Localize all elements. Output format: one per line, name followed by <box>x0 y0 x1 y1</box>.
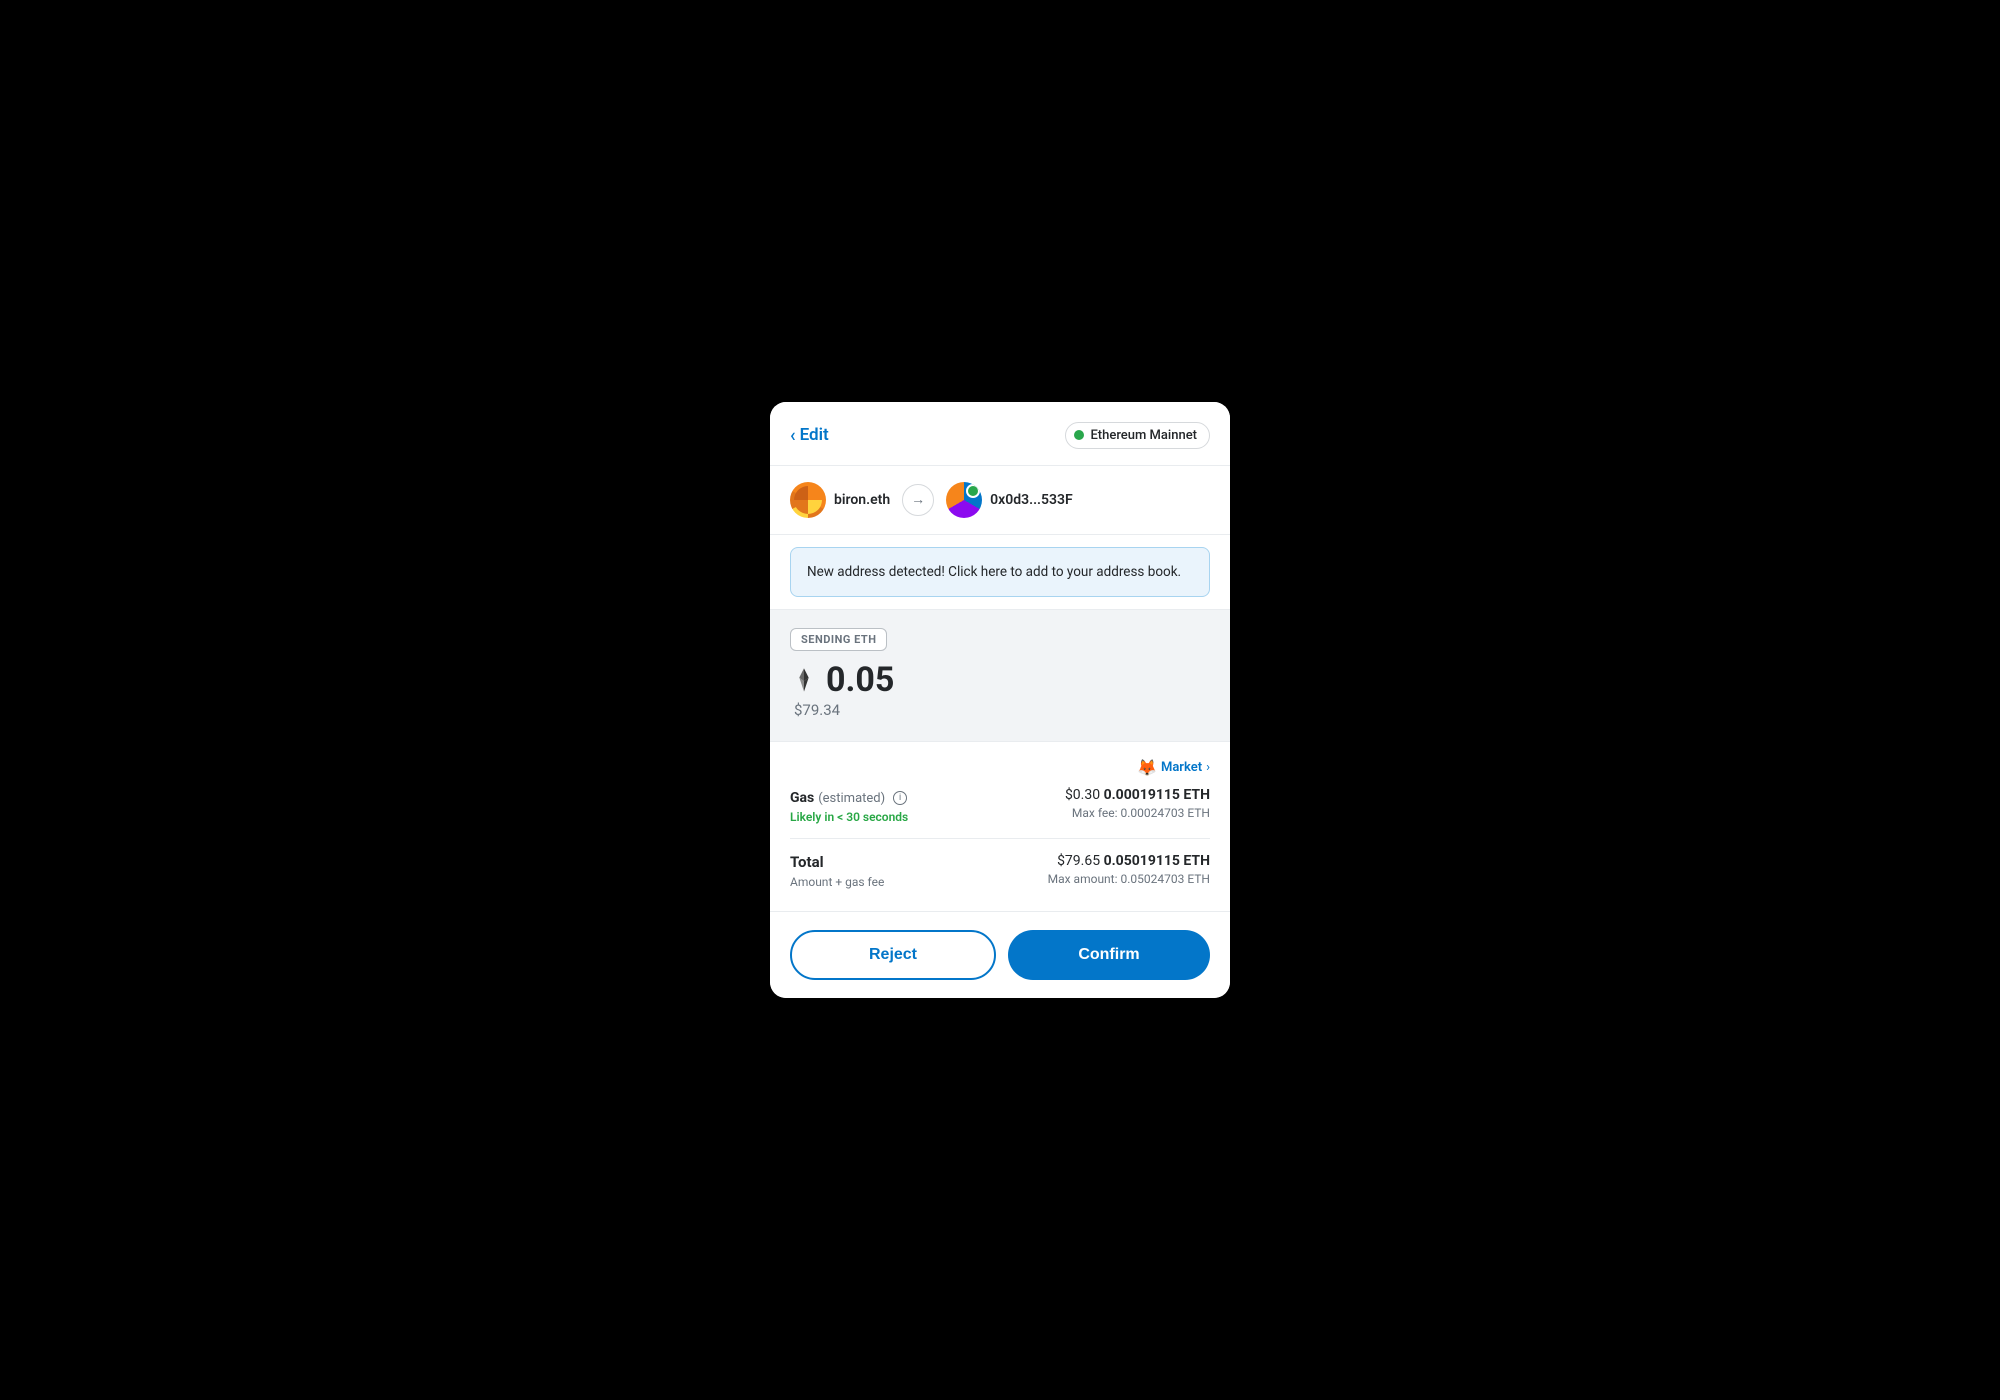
gas-value-col: $0.30 0.00019115 ETH Max fee: 0.00024703… <box>1065 787 1210 820</box>
gas-max-fee: Max fee: 0.00024703 ETH <box>1072 806 1210 820</box>
total-sublabel: Amount + gas fee <box>790 875 884 889</box>
sending-badge: SENDING ETH <box>790 628 887 651</box>
gas-label: Gas (estimated) i <box>790 787 908 806</box>
to-address: 0x0d3...533F <box>990 492 1073 508</box>
transaction-modal: ‹ Edit Ethereum Mainnet biron.eth → 0x0d… <box>770 402 1230 998</box>
total-primary-value: $79.65 0.05019115 ETH <box>1057 853 1210 869</box>
gas-time: Likely in < 30 seconds <box>790 810 908 824</box>
from-avatar <box>790 482 826 518</box>
from-name: biron.eth <box>834 492 890 508</box>
transfer-arrow-icon: → <box>902 484 934 516</box>
notice-area: New address detected! Click here to add … <box>770 535 1230 610</box>
total-label-col: Total Amount + gas fee <box>790 853 884 889</box>
gas-primary-value: $0.30 0.00019115 ETH <box>1065 787 1210 803</box>
fees-section: 🦊 Market › Gas (estimated) i Likely in <… <box>770 742 1230 912</box>
notice-text: New address detected! Click here to add … <box>807 564 1181 580</box>
total-value-col: $79.65 0.05019115 ETH Max amount: 0.0502… <box>1048 853 1210 886</box>
fox-icon: 🦊 <box>1137 758 1157 777</box>
from-account: biron.eth <box>790 482 890 518</box>
reject-button[interactable]: Reject <box>790 930 996 980</box>
network-badge[interactable]: Ethereum Mainnet <box>1065 422 1210 449</box>
eth-amount-value: 0.05 <box>826 663 894 697</box>
back-label: Edit <box>800 425 829 445</box>
confirm-button[interactable]: Confirm <box>1008 930 1210 980</box>
usd-amount-value: $79.34 <box>794 701 1210 719</box>
total-row: Total Amount + gas fee $79.65 0.05019115… <box>790 853 1210 889</box>
fees-divider <box>790 838 1210 839</box>
gas-label-col: Gas (estimated) i Likely in < 30 seconds <box>790 787 908 824</box>
to-avatar <box>946 482 982 518</box>
modal-header: ‹ Edit Ethereum Mainnet <box>770 402 1230 466</box>
eth-amount-row: 0.05 <box>790 663 1210 697</box>
total-label: Total <box>790 853 884 871</box>
market-row: 🦊 Market › <box>790 758 1210 777</box>
market-chevron-icon: › <box>1206 760 1210 775</box>
network-label: Ethereum Mainnet <box>1090 428 1197 443</box>
eth-diamond-icon <box>790 666 818 694</box>
back-chevron-icon: ‹ <box>790 425 796 446</box>
sending-section: SENDING ETH 0.05 $79.34 <box>770 610 1230 742</box>
market-link[interactable]: Market <box>1161 760 1202 775</box>
to-account: 0x0d3...533F <box>946 482 1073 518</box>
gas-info-icon[interactable]: i <box>893 791 907 805</box>
address-book-notice[interactable]: New address detected! Click here to add … <box>790 547 1210 597</box>
transfer-row: biron.eth → 0x0d3...533F <box>770 466 1230 535</box>
network-status-dot <box>1074 430 1084 440</box>
total-max-amount: Max amount: 0.05024703 ETH <box>1048 872 1210 886</box>
action-buttons: Reject Confirm <box>770 912 1230 998</box>
back-button[interactable]: ‹ Edit <box>790 425 829 446</box>
gas-fee-row: Gas (estimated) i Likely in < 30 seconds… <box>790 787 1210 824</box>
